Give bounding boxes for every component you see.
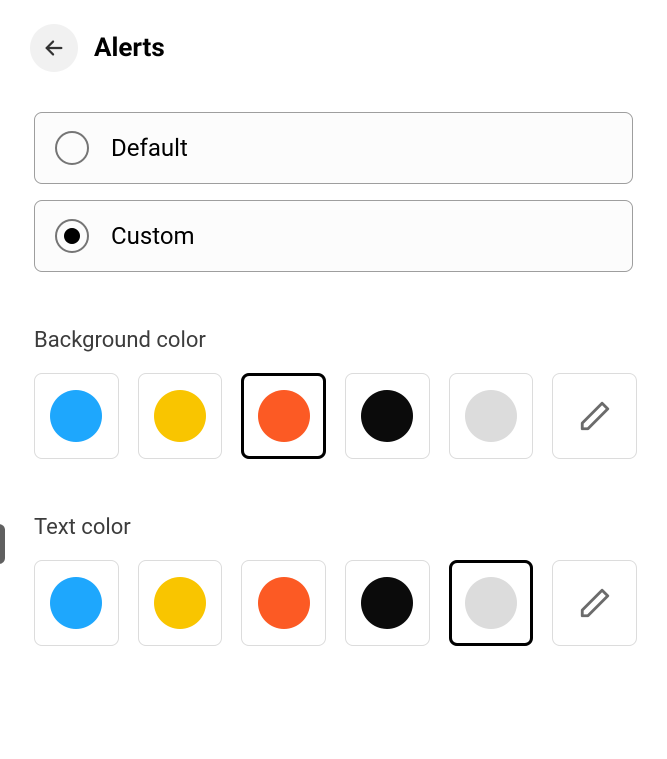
color-dot-icon	[258, 577, 310, 629]
radio-circle-icon	[55, 219, 89, 253]
background-swatch-row	[30, 373, 637, 459]
radio-label-custom: Custom	[111, 222, 195, 250]
text-custom-swatch[interactable]	[552, 560, 637, 646]
background-swatch[interactable]	[345, 373, 430, 459]
style-radio-group: Default Custom	[30, 112, 637, 272]
background-swatch[interactable]	[138, 373, 223, 459]
side-handle-icon	[0, 524, 5, 564]
color-dot-icon	[154, 390, 206, 442]
text-swatch[interactable]	[241, 560, 326, 646]
color-dot-icon	[50, 577, 102, 629]
background-swatch[interactable]	[34, 373, 119, 459]
text-swatch[interactable]	[34, 560, 119, 646]
text-swatch[interactable]	[449, 560, 534, 646]
page-title: Alerts	[94, 33, 165, 63]
pencil-icon	[578, 586, 612, 620]
color-dot-icon	[465, 577, 517, 629]
radio-dot-icon	[64, 228, 80, 244]
radio-label-default: Default	[111, 134, 188, 162]
background-custom-swatch[interactable]	[552, 373, 637, 459]
background-swatch[interactable]	[449, 373, 534, 459]
text-swatch[interactable]	[138, 560, 223, 646]
pencil-icon	[578, 399, 612, 433]
text-swatch[interactable]	[345, 560, 430, 646]
color-dot-icon	[50, 390, 102, 442]
text-color-label: Text color	[30, 515, 637, 540]
background-swatch[interactable]	[241, 373, 326, 459]
header: Alerts	[30, 24, 637, 72]
color-dot-icon	[154, 577, 206, 629]
radio-option-custom[interactable]: Custom	[34, 200, 633, 272]
text-swatch-row	[30, 560, 637, 646]
color-dot-icon	[465, 390, 517, 442]
color-dot-icon	[361, 390, 413, 442]
color-dot-icon	[361, 577, 413, 629]
back-button[interactable]	[30, 24, 78, 72]
radio-option-default[interactable]: Default	[34, 112, 633, 184]
color-dot-icon	[258, 390, 310, 442]
background-color-label: Background color	[30, 328, 637, 353]
arrow-left-icon	[43, 37, 65, 59]
radio-circle-icon	[55, 131, 89, 165]
